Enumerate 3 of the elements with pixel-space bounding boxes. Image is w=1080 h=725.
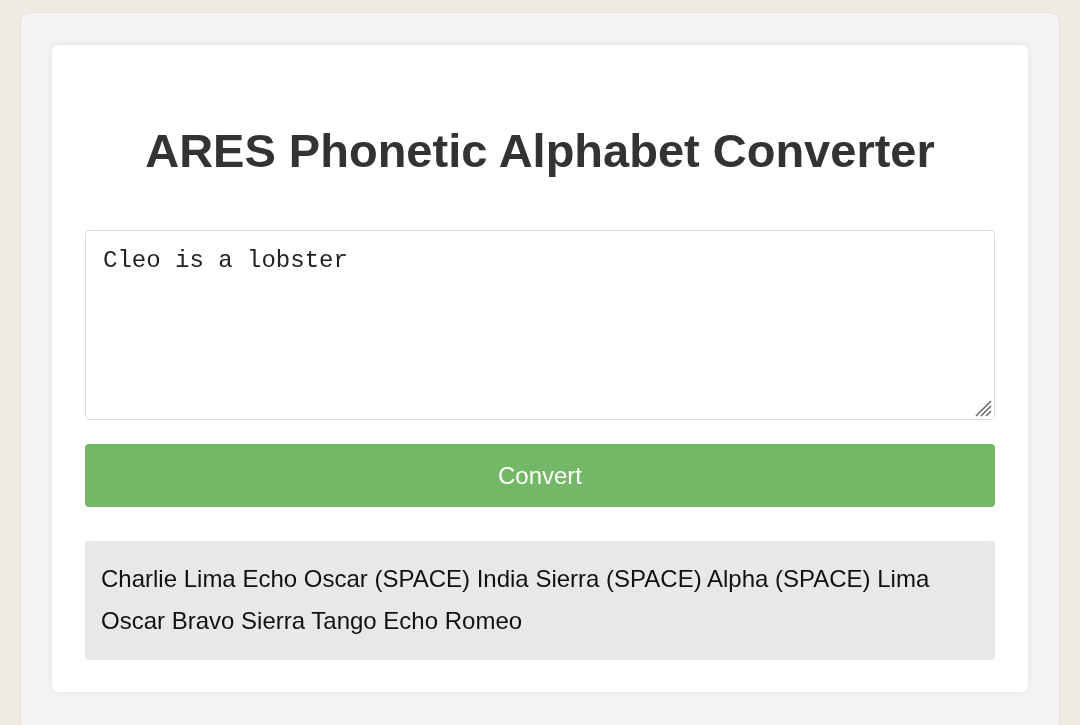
output-text: Charlie Lima Echo Oscar (SPACE) India Sierra (SPACE) Alpha (SPACE) Lima Oscar Bravo Sierra Tango Echo Romeo xyxy=(85,541,995,660)
input-field[interactable]: Cleo is a lobster xyxy=(85,230,995,420)
page-title: ARES Phonetic Alphabet Converter xyxy=(144,123,936,178)
